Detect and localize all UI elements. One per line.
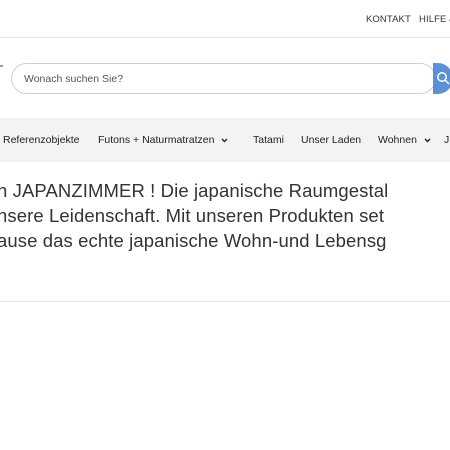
chevron-down-icon — [424, 138, 431, 143]
intro-text: n JAPANZIMMER ! Die japanische Raumgesta… — [0, 178, 450, 253]
search-button[interactable] — [433, 63, 450, 94]
intro-line: n JAPANZIMMER ! Die japanische Raumgesta… — [0, 180, 389, 201]
nav-item-referenzobjekte[interactable]: Referenzobjekte — [3, 134, 79, 146]
intro-line: nsere Leidenschaft. Mit unseren Produkte… — [0, 205, 385, 226]
nav-item-label: Futons + Naturmatratzen — [98, 134, 215, 146]
main-navigation: Referenzobjekte Futons + Naturmatratzen … — [0, 118, 450, 162]
nav-item-tatami[interactable]: Tatami — [253, 134, 284, 146]
header-search-row: Wonach suchen Sie? — [0, 38, 450, 118]
intro-line: ause das echte japanische Wohn-und Leben… — [0, 230, 387, 251]
nav-item-label: Wohnen — [378, 134, 417, 146]
search-icon — [437, 72, 450, 85]
search-placeholder: Wonach suchen Sie? — [24, 73, 124, 85]
help-link[interactable]: HILFE & — [419, 14, 450, 25]
nav-item-label: Tatami — [253, 134, 284, 146]
section-divider — [0, 301, 450, 302]
nav-item-label: J — [444, 134, 450, 146]
nav-item-label: Referenzobjekte — [3, 134, 80, 146]
search-input[interactable]: Wonach suchen Sie? — [11, 63, 436, 94]
top-utility-bar: KONTAKT HILFE & — [0, 0, 450, 38]
nav-item-wohnen[interactable]: Wohnen — [378, 134, 431, 146]
contact-link[interactable]: KONTAKT — [366, 14, 411, 25]
logo[interactable] — [0, 65, 3, 67]
chevron-down-icon — [221, 138, 228, 143]
nav-item-j[interactable]: J — [444, 134, 449, 146]
nav-item-unser-laden[interactable]: Unser Laden — [301, 134, 361, 146]
nav-item-futons[interactable]: Futons + Naturmatratzen — [98, 134, 228, 146]
nav-item-label: Unser Laden — [301, 134, 362, 146]
